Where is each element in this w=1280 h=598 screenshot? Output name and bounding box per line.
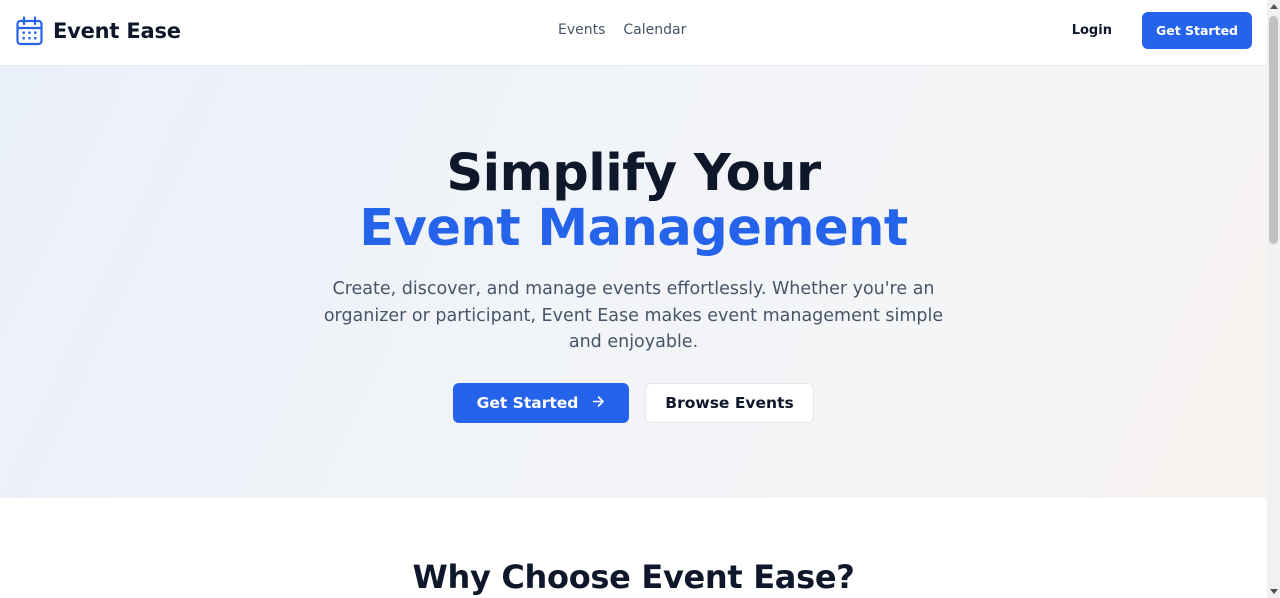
- hero-get-started-label: Get Started: [476, 394, 579, 412]
- hero-get-started-button[interactable]: Get Started: [453, 383, 629, 423]
- arrow-right-icon: [592, 394, 605, 412]
- hero-title: Simplify Your Event Management: [0, 146, 1267, 256]
- scroll-down-arrow-icon[interactable]: [1270, 589, 1278, 594]
- browse-events-button[interactable]: Browse Events: [645, 383, 814, 423]
- main-nav: Events Calendar: [558, 22, 686, 38]
- features-section-title: Why Choose Event Ease?: [412, 558, 855, 596]
- nav-link-events[interactable]: Events: [558, 22, 605, 38]
- scrollbar-thumb[interactable]: [1269, 16, 1278, 244]
- hero-title-line1: Simplify Your: [446, 144, 821, 203]
- brand-name: Event Ease: [53, 19, 181, 43]
- hero-section: Simplify Your Event Management Create, d…: [0, 66, 1267, 498]
- nav-get-started-button[interactable]: Get Started: [1141, 12, 1252, 49]
- nav-actions: Login Get Started: [1072, 12, 1252, 49]
- scroll-up-arrow-icon[interactable]: [1270, 4, 1278, 9]
- login-link[interactable]: Login: [1072, 23, 1112, 38]
- hero-cta-group: Get Started Browse Events: [453, 383, 814, 423]
- hero-title-line2: Event Management: [359, 199, 908, 258]
- navbar: Event Ease Events Calendar Login Get Sta…: [0, 0, 1267, 66]
- calendar-icon: [16, 16, 43, 46]
- page-scrollbar[interactable]: [1267, 0, 1280, 598]
- nav-link-calendar[interactable]: Calendar: [623, 22, 686, 38]
- brand-logo[interactable]: Event Ease: [16, 16, 181, 46]
- hero-subtitle: Create, discover, and manage events effo…: [323, 279, 944, 352]
